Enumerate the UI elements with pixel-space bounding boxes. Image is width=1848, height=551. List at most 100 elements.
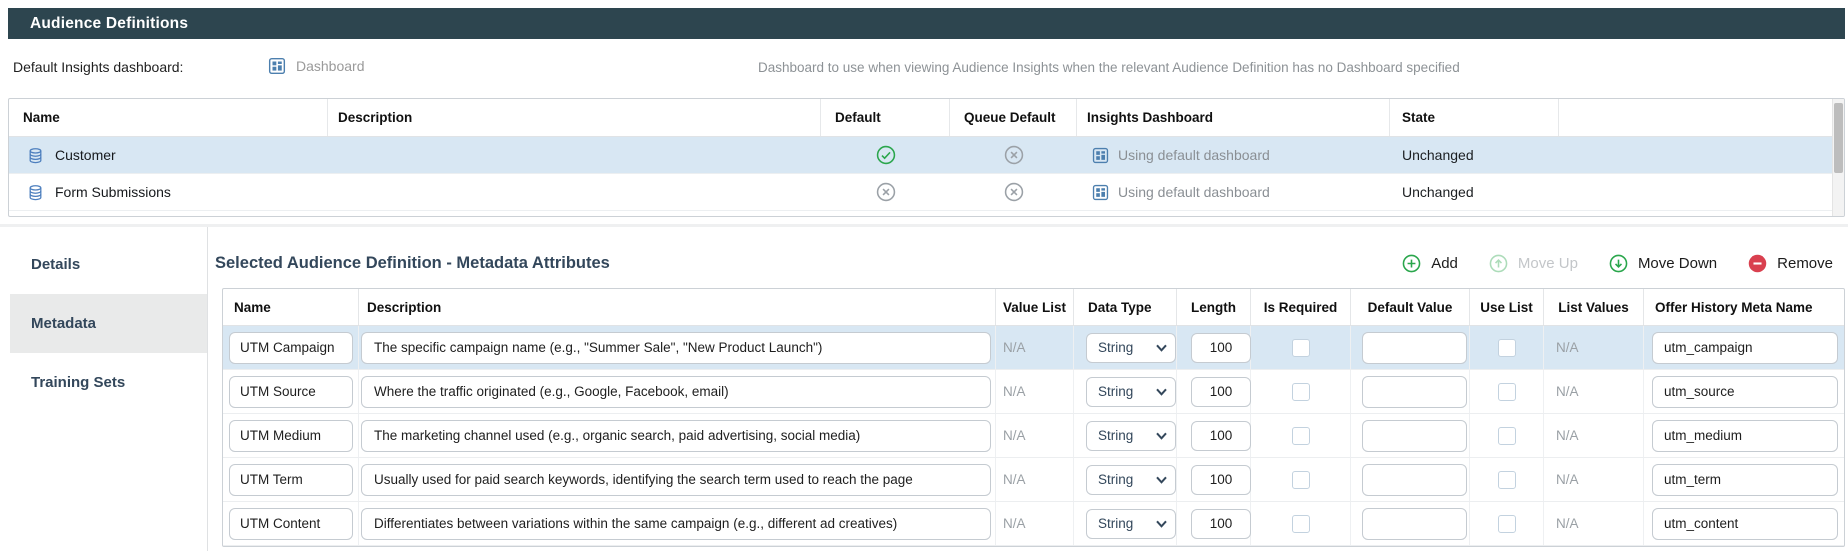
column-header-description: Description [359,289,996,325]
column-header-insights-dashboard: Insights Dashboard [1077,99,1390,136]
data-type-select[interactable]: String [1086,333,1176,363]
chevron-down-icon [1156,520,1167,528]
database-icon [27,184,44,201]
definition-description [328,137,821,173]
default-dashboard-label: Default Insights dashboard: [13,59,183,75]
insights-dashboard-value: Using default dashboard [1118,147,1270,163]
default-value-input[interactable] [1362,508,1467,540]
column-header-description: Description [328,99,821,136]
sidebar-tab-label: Training Sets [31,374,125,391]
length-input[interactable] [1191,421,1251,451]
attribute-name-input[interactable] [229,332,353,364]
column-header-value-list: Value List [996,289,1074,325]
table-row-partial[interactable] [9,211,1832,217]
attribute-description-input[interactable] [361,332,991,364]
attribute-description-input[interactable] [361,508,991,540]
length-input[interactable] [1191,377,1251,407]
column-header-default-value: Default Value [1351,289,1470,325]
definition-name: Customer [55,147,116,163]
default-value-input[interactable] [1362,332,1467,364]
use-list-checkbox[interactable] [1498,383,1516,401]
table-row[interactable]: Form Submissions [9,174,1832,211]
sidebar-tab[interactable]: Training Sets [10,353,207,412]
is-required-checkbox[interactable] [1292,339,1310,357]
data-type-select[interactable]: String [1086,421,1176,451]
is-required-checkbox[interactable] [1292,471,1310,489]
arrow-up-circle-icon [1488,253,1509,274]
data-type-select[interactable]: String [1086,465,1176,495]
metadata-row: N/A String [223,414,1844,458]
scrollbar-thumb[interactable] [1834,103,1843,173]
value-list-na: N/A [996,472,1026,487]
chevron-down-icon [1156,476,1167,484]
page-title: Audience Definitions [30,15,188,33]
data-type-select[interactable]: String [1086,377,1176,407]
database-icon [27,147,44,164]
use-list-checkbox[interactable] [1498,427,1516,445]
value-list-na: N/A [996,428,1026,443]
move-down-button[interactable]: Move Down [1608,253,1717,274]
offer-history-meta-name-input[interactable] [1652,464,1838,496]
column-header-length: Length [1177,289,1251,325]
dashboard-grid-icon [267,56,287,76]
attribute-name-input[interactable] [229,464,353,496]
move-up-button[interactable]: Move Up [1488,253,1578,274]
default-dashboard-hint: Dashboard to use when viewing Audience I… [758,60,1460,75]
title-bar: Audience Definitions [8,8,1845,39]
chevron-down-icon [1156,344,1167,352]
default-value-input[interactable] [1362,464,1467,496]
use-list-checkbox[interactable] [1498,339,1516,357]
offer-history-meta-name-input[interactable] [1652,332,1838,364]
attribute-name-input[interactable] [229,376,353,408]
offer-history-meta-name-input[interactable] [1652,420,1838,452]
attribute-name-input[interactable] [229,508,353,540]
data-type-select[interactable]: String [1086,509,1176,539]
table-row[interactable]: Customer [9,137,1832,174]
definition-description [328,174,821,210]
cross-circle-icon [1003,181,1025,203]
sidebar-tab[interactable]: Details [10,235,207,294]
minus-circle-icon [1747,253,1768,274]
default-dashboard-value: Dashboard [296,58,365,74]
plus-circle-icon [1401,253,1422,274]
metadata-row: N/A String [223,370,1844,414]
sidebar-tab[interactable]: Metadata [10,294,207,353]
attribute-description-input[interactable] [361,464,991,496]
attribute-description-input[interactable] [361,420,991,452]
default-dashboard-picker[interactable]: Dashboard [267,56,365,76]
attribute-description-input[interactable] [361,376,991,408]
length-input[interactable] [1191,465,1251,495]
definition-name: Form Submissions [55,184,171,200]
arrow-down-circle-icon [1608,253,1629,274]
list-values-na: N/A [1544,516,1579,531]
length-input[interactable] [1191,333,1251,363]
column-header-state: State [1390,99,1559,136]
offer-history-meta-name-input[interactable] [1652,376,1838,408]
column-header-data-type: Data Type [1074,289,1177,325]
use-list-checkbox[interactable] [1498,515,1516,533]
use-list-checkbox[interactable] [1498,471,1516,489]
list-values-na: N/A [1544,472,1579,487]
add-button[interactable]: Add [1401,253,1458,274]
column-header-name: Name [223,289,359,325]
column-header-offer-history-meta-name: Offer History Meta Name [1644,289,1844,325]
is-required-checkbox[interactable] [1292,515,1310,533]
is-required-checkbox[interactable] [1292,427,1310,445]
column-header-is-required: Is Required [1251,289,1351,325]
offer-history-meta-name-input[interactable] [1652,508,1838,540]
default-value-input[interactable] [1362,420,1467,452]
dashboard-grid-icon [1091,146,1110,165]
definitions-table-header: Name Description Default Queue Default I… [9,99,1832,137]
attribute-name-input[interactable] [229,420,353,452]
metadata-row: N/A String [223,326,1844,370]
length-input[interactable] [1191,509,1251,539]
is-required-checkbox[interactable] [1292,383,1310,401]
metadata-row: N/A String [223,502,1844,546]
remove-button[interactable]: Remove [1747,253,1833,274]
state-value: Unchanged [1390,137,1559,173]
state-value: Unchanged [1390,174,1559,210]
dashboard-grid-icon [1091,183,1110,202]
list-values-na: N/A [1544,384,1579,399]
default-value-input[interactable] [1362,376,1467,408]
vertical-scrollbar[interactable] [1832,99,1844,216]
